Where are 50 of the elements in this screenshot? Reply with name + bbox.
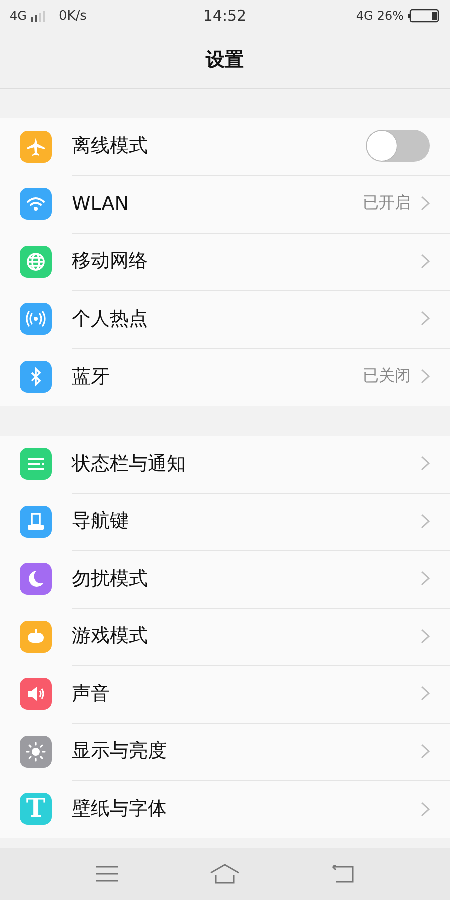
settings-item[interactable]: 显示与亮度 [0,723,450,780]
toggle-switch[interactable] [366,130,430,162]
battery-icon [408,9,440,23]
chevron-icon [421,571,430,586]
settings-item[interactable]: 离线模式 [0,118,450,176]
back-icon[interactable] [332,865,354,883]
setting-label: 导航键 [72,509,130,534]
settings-item[interactable]: 游戏模式 [0,608,450,666]
setting-label: 状态栏与通知 [72,452,187,477]
setting-label: 勿扰模式 [72,566,149,592]
home-icon[interactable] [210,864,240,884]
settings-item[interactable]: 蓝牙 已关闭 [0,348,450,406]
setting-label: 声音 [72,682,111,707]
chevron-icon [421,311,430,326]
settings-item[interactable]: 勿扰模式 [0,550,450,608]
setting-icon: T [20,793,52,826]
setting-label: 移动网络 [72,249,149,274]
battery-percent: 26% [377,9,404,23]
setting-label: 壁纸与字体 [72,797,168,822]
chevron-icon [421,802,430,817]
settings-item[interactable]: 声音 [0,666,450,723]
network-speed: 0K/s [58,8,87,24]
setting-value: 已关闭 [363,366,411,388]
settings-item[interactable]: T 壁纸与字体 [0,780,450,838]
signal-icon [30,10,45,22]
chevron-icon [421,628,430,644]
chevron-icon [421,456,430,472]
settings-item[interactable]: WLAN 已开启 [0,176,450,233]
settings-item[interactable]: 个人热点 [0,290,450,348]
chevron-icon [421,369,430,384]
chevron-icon [421,686,430,702]
chevron-icon [421,196,430,212]
setting-label: 个人热点 [72,306,149,332]
setting-value: 已开启 [363,193,411,214]
setting-label: WLAN [72,192,130,215]
clock: 14:52 [203,7,247,25]
setting-label: 蓝牙 [72,364,111,390]
page-title: 设置 [206,48,244,73]
setting-label: 显示与亮度 [72,739,168,764]
network-type: 4G [356,9,374,23]
chevron-icon [421,254,430,269]
menu-icon[interactable] [96,865,118,883]
setting-label: 离线模式 [72,134,149,160]
network-type: 4G [10,9,27,23]
settings-item[interactable]: 移动网络 [0,233,450,290]
settings-item[interactable]: 状态栏与通知 [0,436,450,493]
chevron-icon [421,514,430,529]
setting-label: 游戏模式 [72,624,149,650]
chevron-icon [421,744,430,759]
settings-item[interactable]: 导航键 [0,493,450,550]
